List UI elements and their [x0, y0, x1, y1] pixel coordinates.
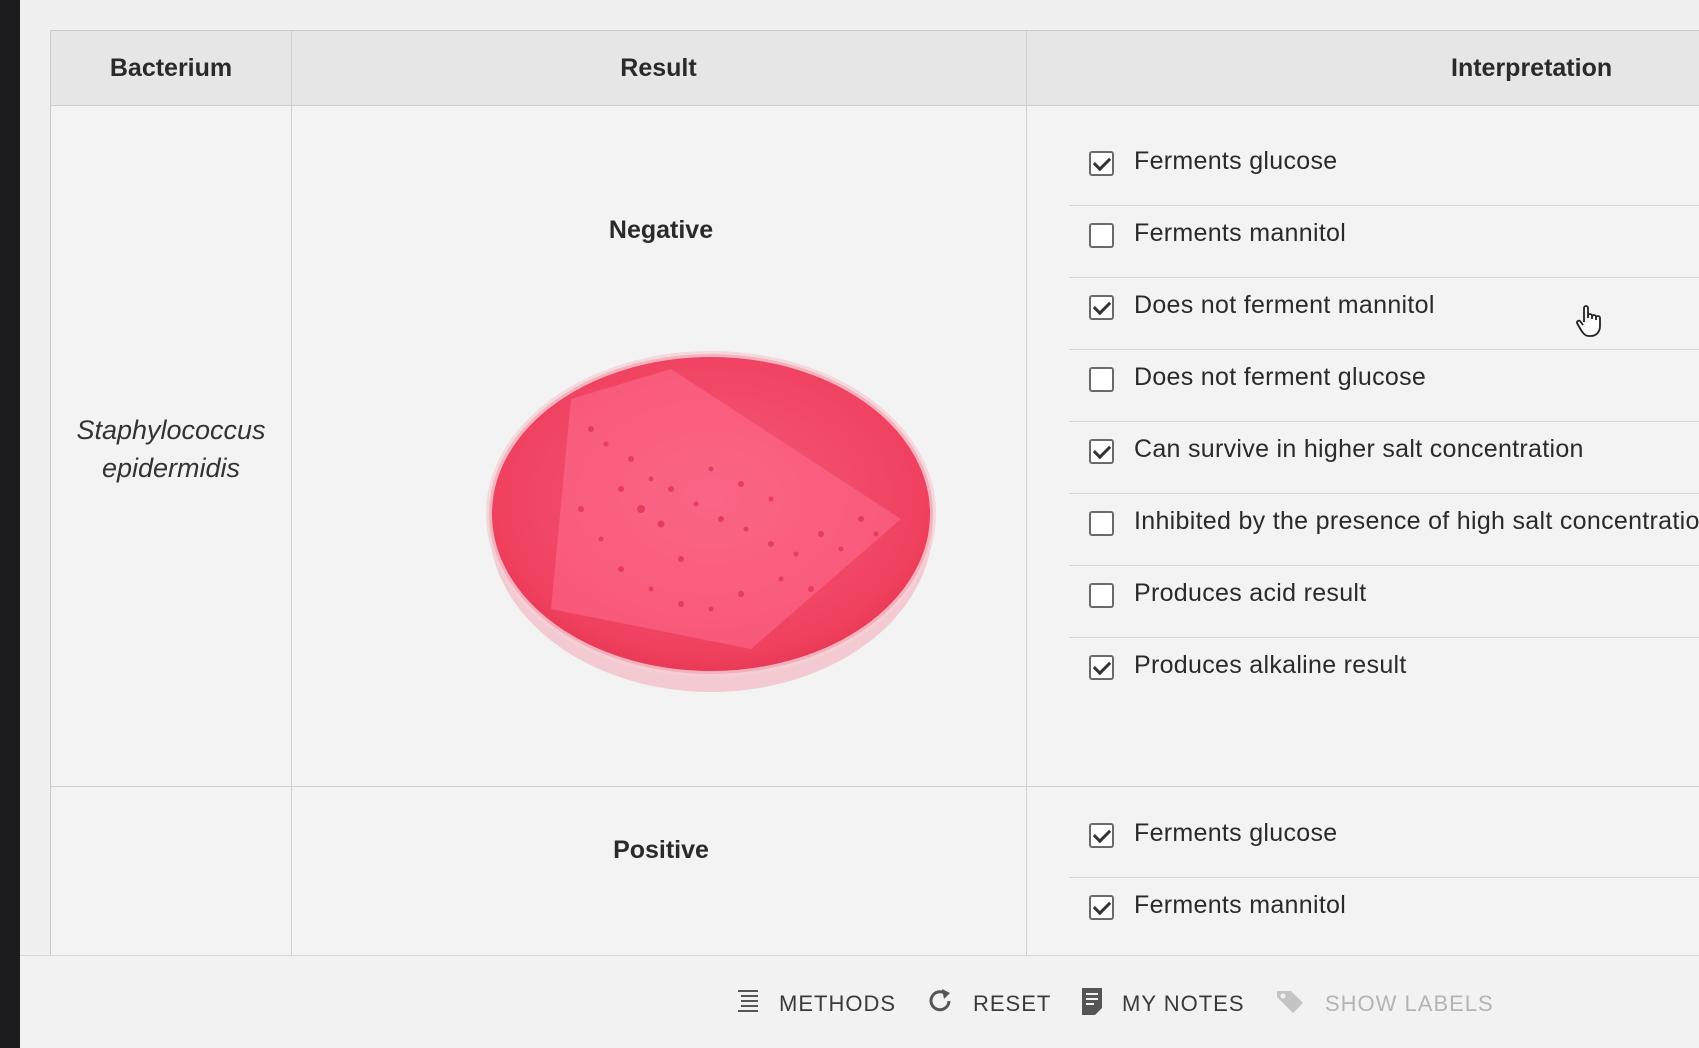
methods-label: METHODS	[779, 991, 896, 1016]
checkbox-checked[interactable]	[1089, 439, 1114, 464]
reset-icon	[925, 986, 955, 1022]
result-label-negative: Negative	[608, 216, 714, 244]
checkbox-unchecked[interactable]	[1089, 367, 1114, 392]
option-label: Does not ferment mannitol	[1134, 291, 1435, 319]
table-header: Bacterium Result Interpretation	[51, 31, 1699, 106]
hand-cursor-icon	[1575, 305, 1603, 344]
option-row[interactable]: Inhibited by the presence of high salt c…	[1069, 489, 1699, 566]
tag-icon	[1275, 987, 1307, 1021]
option-label: Ferments mannitol	[1134, 891, 1347, 919]
option-label: Ferments glucose	[1134, 147, 1338, 175]
checkbox-unchecked[interactable]	[1089, 583, 1114, 608]
header-interpretation: Interpretation	[1451, 54, 1613, 82]
header-bacterium: Bacterium	[109, 54, 233, 82]
bacterium-name: Staphylococcus epidermidis	[76, 415, 266, 483]
option-row[interactable]: Ferments mannitol	[1069, 873, 1699, 949]
option-label: Inhibited by the presence of high salt c…	[1134, 507, 1699, 535]
option-row[interactable]: Ferments glucose	[1069, 801, 1699, 878]
option-row[interactable]: Ferments mannitol	[1069, 201, 1699, 278]
row-divider	[51, 786, 1699, 787]
header-result: Result	[620, 54, 697, 82]
show-labels-label: SHOW LABELS	[1325, 991, 1494, 1016]
results-table: Bacterium Result Interpretation Staphylo…	[50, 30, 1699, 957]
checkbox-unchecked[interactable]	[1089, 511, 1114, 536]
notes-icon	[1080, 986, 1104, 1022]
option-row[interactable]: Ferments glucose	[1069, 129, 1699, 206]
reset-label: RESET	[973, 991, 1052, 1016]
checkbox-checked[interactable]	[1089, 295, 1114, 320]
checkbox-checked[interactable]	[1089, 655, 1114, 680]
checkbox-unchecked[interactable]	[1089, 223, 1114, 248]
option-row[interactable]: Produces alkaline result	[1069, 633, 1699, 709]
option-row[interactable]: Can survive in higher salt concentration	[1069, 417, 1699, 494]
bottom-toolbar: METHODS RESET MY NOTES SHOW LABELS	[20, 955, 1699, 1048]
option-label: Ferments glucose	[1134, 819, 1338, 847]
reset-button[interactable]: RESET	[925, 986, 1051, 1022]
petri-dish-image	[481, 309, 941, 704]
show-labels-button[interactable]: SHOW LABELS	[1275, 986, 1494, 1022]
option-row[interactable]: Does not ferment glucose	[1069, 345, 1699, 422]
option-label: Produces acid result	[1134, 579, 1367, 607]
column-divider	[1026, 31, 1027, 956]
my-notes-button[interactable]: MY NOTES	[1080, 986, 1245, 1022]
checkbox-checked[interactable]	[1089, 151, 1114, 176]
option-label: Can survive in higher salt concentration	[1134, 435, 1584, 463]
list-icon	[735, 987, 761, 1021]
option-row[interactable]: Does not ferment mannitol	[1069, 273, 1699, 350]
column-divider	[291, 31, 292, 956]
checkbox-checked[interactable]	[1089, 823, 1114, 848]
option-label: Ferments mannitol	[1134, 219, 1347, 247]
option-row[interactable]: Produces acid result	[1069, 561, 1699, 638]
my-notes-label: MY NOTES	[1122, 991, 1245, 1016]
methods-button[interactable]: METHODS	[735, 986, 896, 1022]
checkbox-checked[interactable]	[1089, 895, 1114, 920]
result-label-positive: Positive	[613, 836, 709, 864]
option-label: Produces alkaline result	[1134, 651, 1407, 679]
screen: Bacterium Result Interpretation Staphylo…	[20, 0, 1699, 1048]
option-label: Does not ferment glucose	[1134, 363, 1427, 391]
